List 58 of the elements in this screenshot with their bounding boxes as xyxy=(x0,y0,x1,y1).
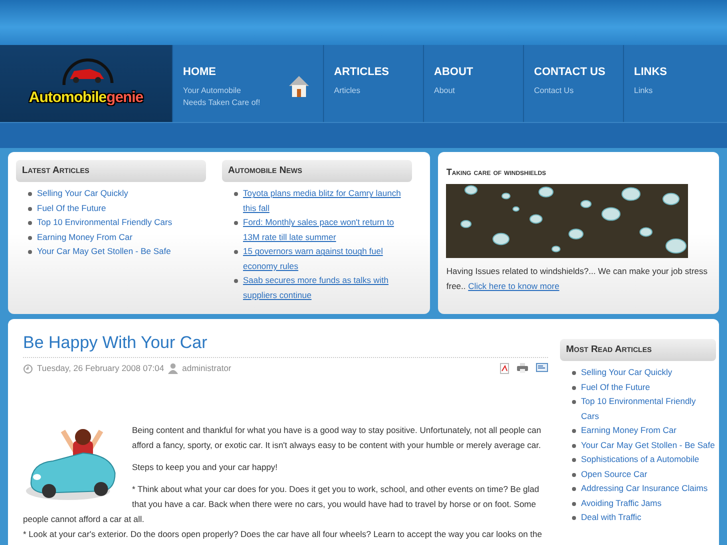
section-heading: Automobile News xyxy=(222,160,412,182)
article-link[interactable]: Ford: Monthly sales pace won't return to 13M rate till late summer xyxy=(243,215,412,244)
bullet-icon xyxy=(572,400,576,404)
article-link[interactable]: Selling Your Car Quickly xyxy=(37,186,128,201)
print-icon[interactable] xyxy=(517,363,528,374)
bullet-icon xyxy=(28,221,32,226)
article-title[interactable]: Be Happy With Your Car xyxy=(23,333,548,354)
section-heading: Taking care of windshields xyxy=(446,166,548,179)
email-icon[interactable] xyxy=(536,363,548,372)
user-icon xyxy=(168,363,178,374)
bullet-icon xyxy=(234,279,238,284)
bullet-icon xyxy=(572,444,576,448)
house-icon xyxy=(287,74,311,100)
bullet-icon xyxy=(572,386,576,390)
article-link[interactable]: Earning Money From Car xyxy=(581,423,676,438)
paragraph: Steps to keep you and your car happy! xyxy=(131,461,279,474)
clock-icon xyxy=(23,364,33,374)
article-link[interactable]: Avoiding Traffic Jams xyxy=(581,496,662,510)
bullet-icon xyxy=(28,206,32,211)
article-link[interactable]: Top 10 Environmental Friendly Cars xyxy=(37,215,172,230)
bullet-icon xyxy=(28,236,32,240)
bullet-icon xyxy=(572,371,576,376)
article-link[interactable]: Addressing Car Insurance Claims xyxy=(581,481,708,496)
article-link[interactable]: Sophistications of a Automobile xyxy=(581,452,700,467)
article-link[interactable]: Fuel Of the Future xyxy=(37,200,106,216)
logo-text[interactable]: Automobilegenie xyxy=(28,87,144,110)
paragraph: * Look at your car's exterior. Do the doors open properly? Does the car have all four wheels? Learn to accept the way you car looks on the xyxy=(23,528,543,542)
paragraph: Being content and thankful for what you have is a good way to stay positive. Unfortunately, not all people can afford a fancy, sporty, or exotic car. It isn't always easy to be content with your humble or merely average car. xyxy=(131,424,542,452)
bullet-icon xyxy=(572,429,576,434)
article-link[interactable]: Your Car May Get Stollen - Be Safe xyxy=(37,244,171,259)
article-link[interactable]: Earning Money From Car xyxy=(37,230,132,244)
link[interactable]: Click here to know more xyxy=(468,280,560,290)
feature-text: Having Issues related to windshields?... We can make your job stress free.. Click here to know more xyxy=(446,264,708,292)
bullet-icon xyxy=(28,192,32,196)
section-heading: Latest Articles xyxy=(16,160,206,182)
article-link[interactable]: Selling Your Car Quickly xyxy=(581,365,672,380)
bullet-icon xyxy=(234,192,238,196)
section-heading: Most Read Articles xyxy=(560,339,716,362)
article-link[interactable]: Your Car May Get Stollen - Be Safe xyxy=(581,438,715,452)
bullet-icon xyxy=(572,516,576,520)
bullet-icon xyxy=(572,502,576,506)
article-link[interactable]: 15 governors warn against tough fuel economy rules xyxy=(243,244,412,274)
article-author: administrator xyxy=(182,362,232,376)
article-date: Tuesday, 26 February 2008 07:04 xyxy=(37,362,164,376)
bullet-icon xyxy=(572,458,576,462)
article-link[interactable]: Open Source Car xyxy=(581,466,648,482)
pdf-icon[interactable] xyxy=(500,363,509,374)
bullet-icon xyxy=(234,221,238,226)
bullet-icon xyxy=(572,472,576,477)
article-link[interactable]: Top 10 Environmental Friendly Cars xyxy=(581,394,716,424)
bullet-icon xyxy=(28,250,32,254)
bullet-icon xyxy=(572,487,576,492)
article-link[interactable]: Deal with Traffic xyxy=(581,510,642,525)
bullet-icon xyxy=(234,250,238,254)
paragraph: * Think about what your car does for you. Does it get you to work, school, and other events on time? Be glad that you have a car. Back when there were no cars, you would have had to travel by horse or on foot. Some people cannot afford a car at all. xyxy=(23,483,540,526)
article-link[interactable]: Fuel Of the Future xyxy=(581,380,650,394)
article-link[interactable]: Toyota plans media blitz for Camry launch this fall xyxy=(243,186,412,216)
article-link[interactable]: Saab secures more funds as talks with suppliers continue xyxy=(243,273,412,302)
